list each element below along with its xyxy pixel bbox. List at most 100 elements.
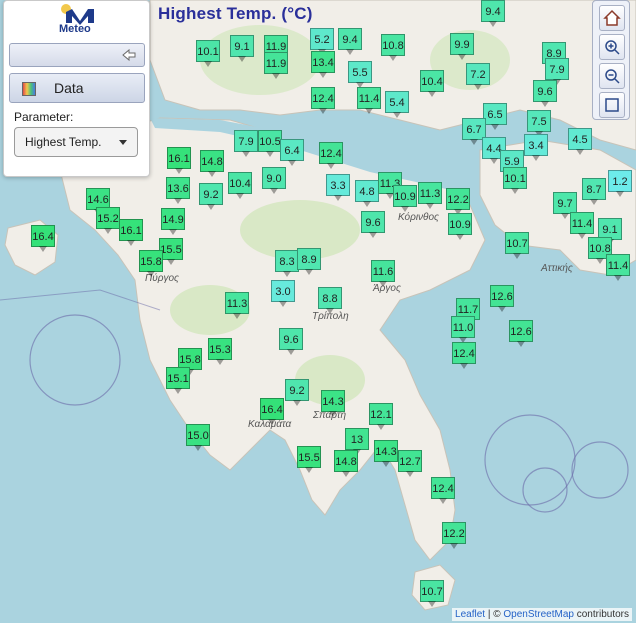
home-button[interactable]: [599, 5, 625, 31]
station-marker[interactable]: 9.1: [230, 35, 254, 62]
place-label: Κόρινθος: [398, 212, 439, 223]
station-marker[interactable]: 10.8: [381, 34, 405, 61]
station-marker[interactable]: 8.7: [582, 178, 606, 205]
station-marker[interactable]: 9.0: [262, 167, 286, 194]
station-marker[interactable]: 7.9: [234, 130, 258, 157]
station-marker[interactable]: 12.7: [398, 450, 422, 477]
station-marker[interactable]: 11.4: [357, 87, 381, 114]
station-marker[interactable]: 4.8: [355, 180, 379, 207]
station-marker[interactable]: 12.6: [490, 285, 514, 312]
station-marker[interactable]: 10.1: [196, 40, 220, 67]
data-button[interactable]: Data: [9, 73, 145, 103]
station-marker[interactable]: 4.5: [568, 128, 592, 155]
station-marker[interactable]: 7.2: [466, 63, 490, 90]
station-marker[interactable]: 16.1: [167, 147, 191, 174]
zoom-out-icon: [605, 69, 620, 84]
osm-link[interactable]: OpenStreetMap: [503, 609, 574, 620]
station-marker[interactable]: 16.4: [260, 398, 284, 425]
station-marker[interactable]: 12.4: [452, 342, 476, 369]
station-marker[interactable]: 9.9: [450, 33, 474, 60]
station-marker[interactable]: 11.4: [606, 254, 630, 281]
station-marker[interactable]: 3.3: [326, 174, 350, 201]
station-marker[interactable]: 13.6: [166, 177, 190, 204]
station-marker[interactable]: 3.4: [524, 134, 548, 161]
station-marker[interactable]: 11.3: [418, 182, 442, 209]
fullscreen-icon: [605, 98, 619, 112]
station-marker[interactable]: 13: [345, 428, 369, 455]
station-marker[interactable]: 5.5: [348, 61, 372, 88]
station-marker[interactable]: 9.6: [533, 80, 557, 107]
zoom-in-button[interactable]: [599, 34, 625, 60]
station-marker[interactable]: 12.4: [319, 142, 343, 169]
station-marker[interactable]: 10.1: [503, 167, 527, 194]
station-marker[interactable]: 10.7: [420, 580, 444, 607]
station-marker[interactable]: 14.3: [374, 440, 398, 467]
station-marker[interactable]: 10.5: [258, 130, 282, 157]
collapse-panel-button[interactable]: [9, 43, 145, 67]
station-marker[interactable]: 11.3: [225, 292, 249, 319]
station-marker[interactable]: 9.7: [553, 192, 577, 219]
station-marker[interactable]: 15.3: [208, 338, 232, 365]
place-label: Αττικής: [541, 263, 573, 274]
station-marker[interactable]: 10.9: [393, 185, 417, 212]
fullscreen-button[interactable]: [599, 92, 625, 118]
station-marker[interactable]: 9.2: [199, 183, 223, 210]
station-marker[interactable]: 9.6: [361, 211, 385, 238]
station-marker[interactable]: 5.2: [310, 28, 334, 55]
station-marker[interactable]: 5.4: [385, 91, 409, 118]
station-marker[interactable]: 15.2: [96, 207, 120, 234]
station-marker[interactable]: 9.6: [279, 328, 303, 355]
station-marker[interactable]: 16.1: [119, 219, 143, 246]
station-marker[interactable]: 6.4: [280, 139, 304, 166]
home-icon: [603, 9, 621, 26]
station-marker[interactable]: 12.2: [442, 522, 466, 549]
station-marker[interactable]: 14.3: [321, 390, 345, 417]
station-marker[interactable]: 13.4: [311, 51, 335, 78]
station-marker[interactable]: 15.0: [186, 424, 210, 451]
station-marker[interactable]: 14.8: [200, 150, 224, 177]
station-marker[interactable]: 9.4: [481, 0, 505, 27]
station-marker[interactable]: 1.2: [608, 170, 632, 197]
station-marker[interactable]: 7.5: [527, 110, 551, 137]
station-marker[interactable]: 12.4: [311, 87, 335, 114]
station-marker[interactable]: 10.7: [505, 232, 529, 259]
chevron-down-icon: [119, 140, 127, 145]
control-panel: Meteo Data Parameter: Highest Temp.: [3, 0, 150, 177]
parameter-select[interactable]: Highest Temp.: [14, 127, 138, 157]
station-marker[interactable]: 8.9: [297, 248, 321, 275]
zoom-out-button[interactable]: [599, 63, 625, 89]
data-button-label: Data: [54, 80, 84, 96]
station-marker[interactable]: 12.6: [509, 320, 533, 347]
station-marker[interactable]: 7.9: [545, 58, 569, 85]
station-marker[interactable]: 16.4: [31, 225, 55, 252]
station-marker[interactable]: 6.5: [483, 103, 507, 130]
leaflet-link[interactable]: Leaflet: [455, 609, 485, 620]
station-marker[interactable]: 11.9: [264, 52, 288, 79]
station-marker[interactable]: 12.2: [446, 188, 470, 215]
station-marker[interactable]: 15.1: [166, 367, 190, 394]
palette-icon: [22, 82, 36, 96]
station-marker[interactable]: 15.5: [297, 446, 321, 473]
station-marker[interactable]: 8.8: [318, 287, 342, 314]
station-marker[interactable]: 12.1: [369, 403, 393, 430]
arrow-left-icon: [122, 48, 136, 62]
station-marker[interactable]: 12.4: [431, 477, 455, 504]
station-marker[interactable]: 10.9: [448, 213, 472, 240]
parameter-label: Parameter:: [14, 110, 74, 124]
logo-text: Meteo: [59, 23, 91, 35]
station-marker[interactable]: 3.0: [271, 280, 295, 307]
station-marker[interactable]: 11.6: [371, 260, 395, 287]
station-marker[interactable]: 11.0: [451, 316, 475, 343]
attribution: Leaflet | © OpenStreetMap contributors: [452, 608, 632, 621]
station-marker[interactable]: 10.4: [228, 172, 252, 199]
station-marker[interactable]: 14.9: [161, 208, 185, 235]
station-marker[interactable]: 8.3: [275, 250, 299, 277]
map-controls: [592, 0, 630, 120]
station-marker[interactable]: 11.4: [570, 212, 594, 239]
station-marker[interactable]: 9.2: [285, 379, 309, 406]
station-marker[interactable]: 10.4: [420, 70, 444, 97]
station-marker[interactable]: 15.8: [139, 250, 163, 277]
station-marker[interactable]: 9.4: [338, 28, 362, 55]
zoom-in-icon: [605, 40, 620, 55]
station-marker[interactable]: 14.8: [334, 450, 358, 477]
